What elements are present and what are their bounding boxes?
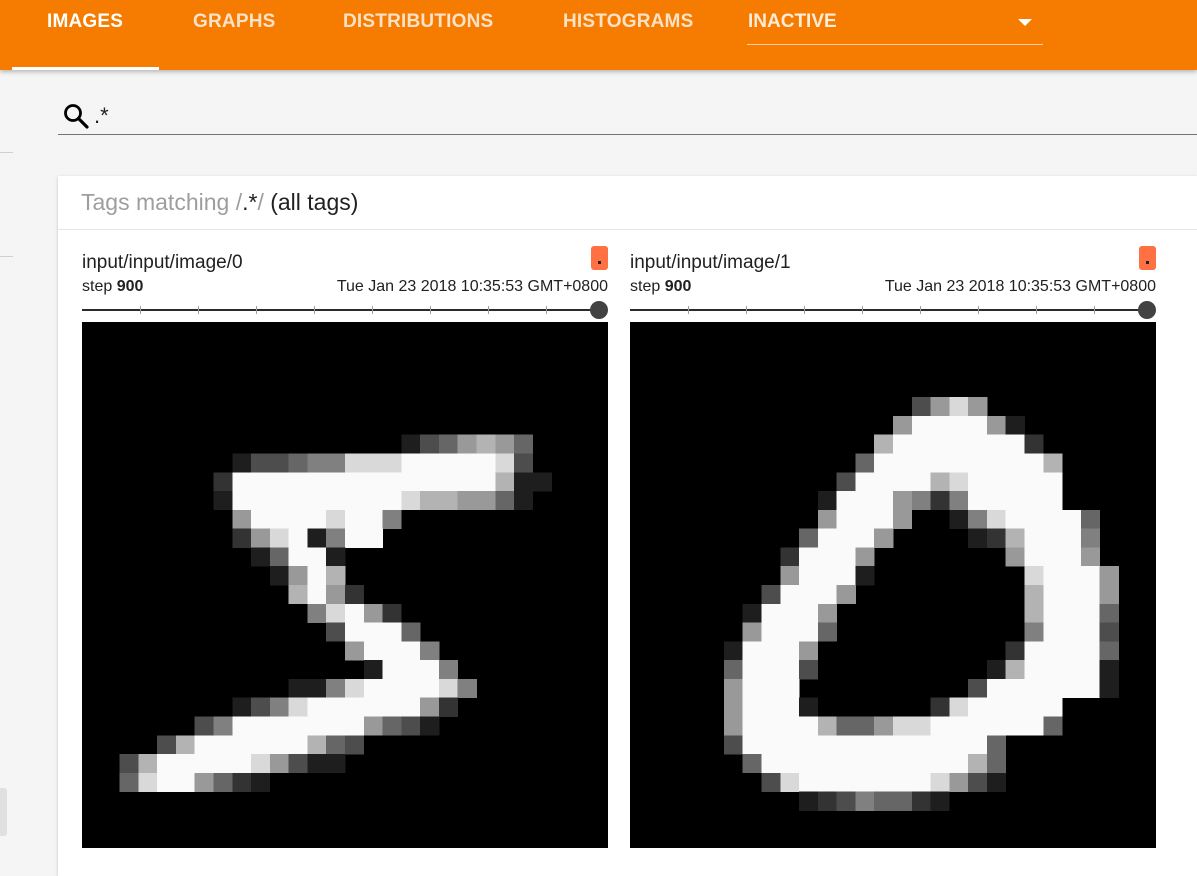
step-slider[interactable]	[82, 300, 608, 320]
image-tag-title: input/input/image/1	[630, 252, 791, 273]
top-nav-bar: IMAGES GRAPHS DISTRIBUTIONS HISTOGRAMS I…	[0, 0, 1197, 70]
regex-text: .*	[242, 189, 258, 215]
inactive-dropdown-label: INACTIVE	[748, 11, 837, 32]
slider-tick	[1094, 306, 1095, 314]
step-value: 900	[664, 278, 692, 295]
all-tags-label: (all tags)	[263, 189, 359, 215]
slider-tick	[430, 306, 431, 314]
slider-tick	[256, 306, 257, 314]
tab-images[interactable]: IMAGES	[47, 0, 123, 70]
slider-tick	[862, 306, 863, 314]
slider-tick	[488, 306, 489, 314]
slider-tick	[978, 306, 979, 314]
wall-time: Tue Jan 23 2018 10:35:53 GMT+0800	[884, 278, 1156, 295]
slider-track	[82, 309, 600, 311]
step-label: step	[630, 278, 661, 295]
slider-tick	[140, 306, 141, 314]
slider-knob[interactable]	[590, 301, 608, 319]
active-tab-indicator	[12, 67, 159, 70]
slider-tick	[920, 306, 921, 314]
slider-tick	[546, 306, 547, 314]
tag-filter-search	[58, 94, 1197, 135]
wall-time: Tue Jan 23 2018 10:35:53 GMT+0800	[336, 278, 608, 295]
slider-tick	[804, 306, 805, 314]
slider-knob[interactable]	[1138, 301, 1156, 319]
slider-tick	[746, 306, 747, 314]
sidebar-divider	[0, 152, 13, 153]
inactive-dashboards-dropdown[interactable]: INACTIVE	[747, 0, 1043, 45]
image-tag-title: input/input/image/0	[82, 252, 243, 273]
sidebar-resize-handle[interactable]	[0, 788, 7, 836]
slider-tick	[314, 306, 315, 314]
tags-matching-label: Tags matching	[81, 189, 236, 215]
slider-track	[630, 309, 1148, 311]
run-color-chip[interactable]	[591, 246, 608, 270]
slider-tick	[372, 306, 373, 314]
slider-tick	[688, 306, 689, 314]
tab-distributions[interactable]: DISTRIBUTIONS	[343, 0, 493, 70]
chevron-down-icon	[1018, 19, 1032, 26]
slider-tick	[198, 306, 199, 314]
step-label: step	[82, 278, 113, 295]
search-input[interactable]	[94, 102, 994, 130]
slider-tick	[1036, 306, 1037, 314]
search-icon	[64, 104, 89, 129]
sidebar-divider	[0, 256, 13, 257]
tab-histograms[interactable]: HISTOGRAMS	[563, 0, 693, 70]
run-color-chip[interactable]	[1139, 246, 1156, 270]
tab-graphs[interactable]: GRAPHS	[193, 0, 276, 70]
step-slider[interactable]	[630, 300, 1156, 320]
step-value: 900	[116, 278, 144, 295]
digit-image[interactable]	[82, 322, 608, 848]
tag-group-header: Tags matching /.*/ (all tags)	[58, 176, 1197, 230]
digit-image[interactable]	[630, 322, 1156, 848]
